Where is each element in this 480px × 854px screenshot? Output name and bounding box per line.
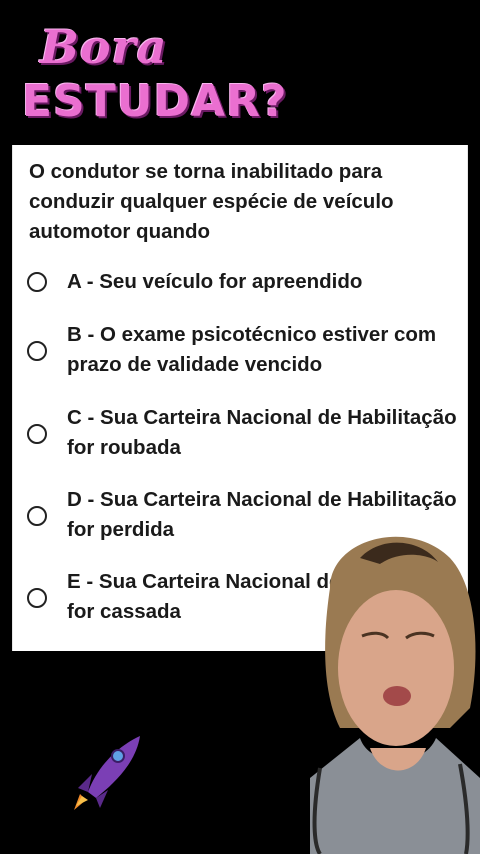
rocket-icon	[74, 736, 140, 810]
radio-icon[interactable]	[27, 272, 47, 292]
logo-title-line2: ESTUDAR?	[22, 76, 288, 127]
radio-icon[interactable]	[27, 341, 47, 361]
radio-icon[interactable]	[27, 588, 47, 608]
presenter-video	[310, 536, 480, 854]
question-text: O condutor se torna inabilitado para con…	[29, 160, 394, 243]
option-label: C - Sua Carteira Nacional de Habilitação…	[67, 406, 457, 459]
option-label: A - Seu veículo for apreendido	[67, 270, 363, 293]
option-label: B - O exame psicotécnico estiver com pra…	[67, 323, 437, 376]
radio-icon[interactable]	[27, 424, 47, 444]
logo-title-line1: Bora	[40, 20, 168, 74]
radio-icon[interactable]	[27, 506, 47, 526]
top-banner: Bora ESTUDAR?	[0, 0, 480, 145]
